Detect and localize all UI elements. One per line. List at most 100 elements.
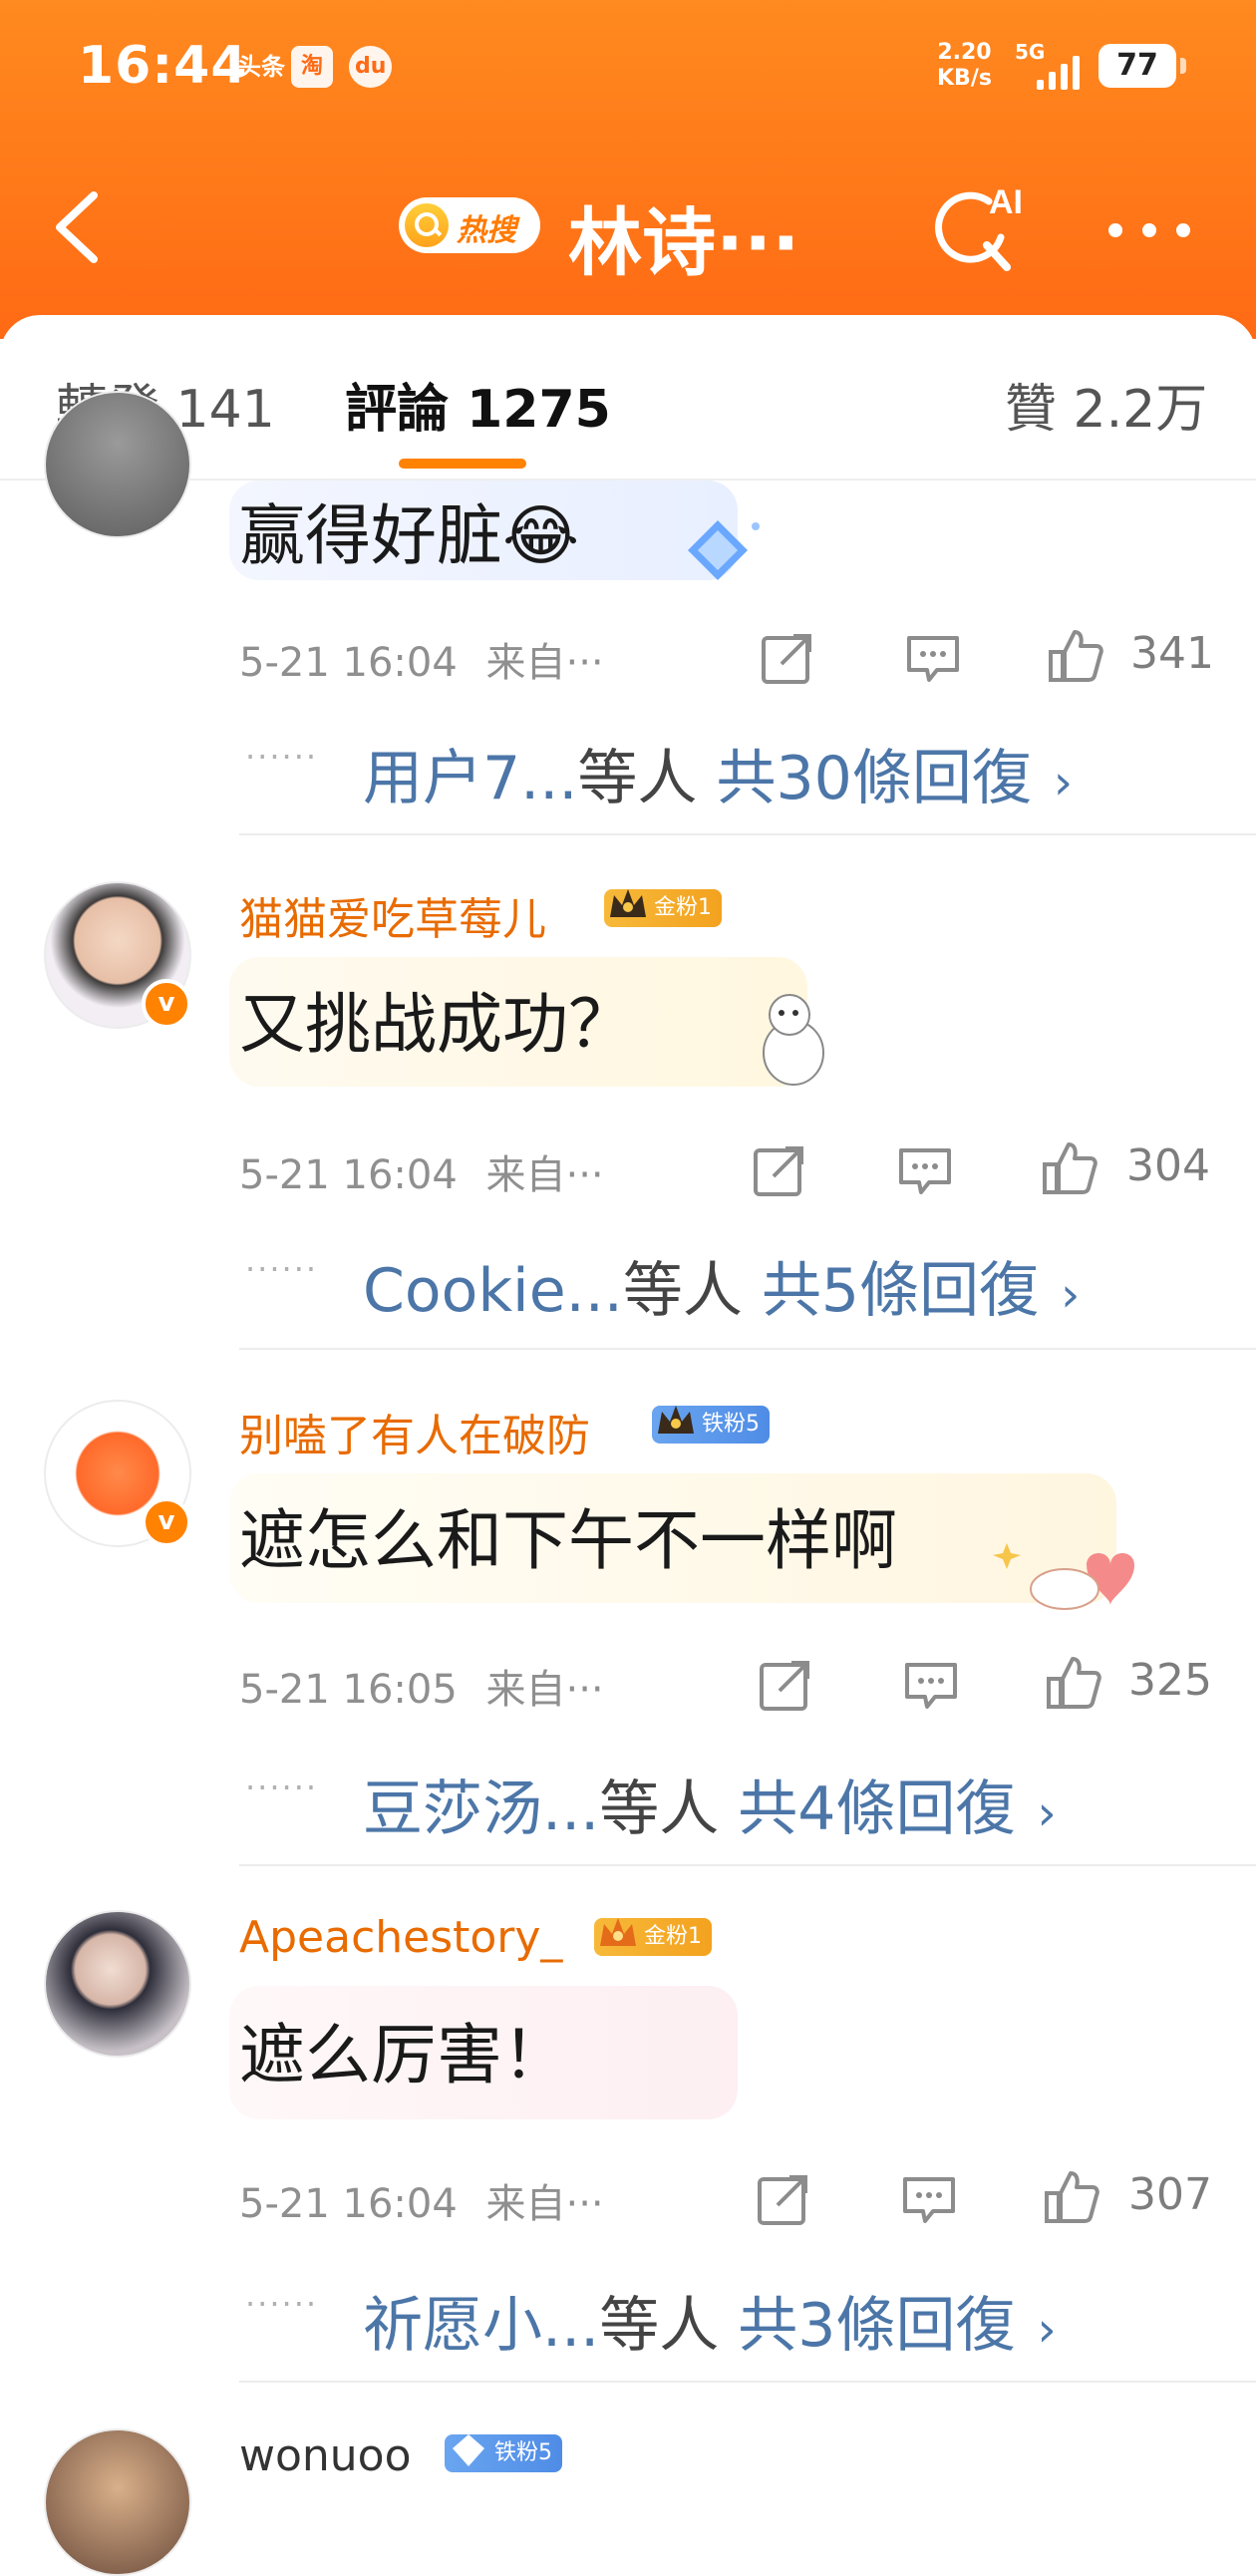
- comment-source: 来自···: [485, 1667, 604, 1713]
- comment-icon[interactable]: [903, 628, 963, 688]
- hot-search-badge[interactable]: 热搜: [399, 197, 540, 253]
- comment-text: 又挑战成功？: [239, 986, 634, 1063]
- back-icon[interactable]: [50, 187, 106, 267]
- verified-badge-icon: v: [142, 1497, 191, 1547]
- reply-dots: ······: [245, 2285, 319, 2323]
- reply-users: Cookie...: [363, 1256, 623, 1326]
- status-time: 16:44: [78, 36, 248, 96]
- fan-badge: 铁粉5: [652, 1406, 770, 1444]
- comment-meta: 5-21 16:04 来自···: [239, 1142, 604, 1200]
- diamond-icon: [453, 2434, 484, 2466]
- like-count: 325: [1128, 1655, 1212, 1706]
- like-icon[interactable]: [1041, 1138, 1100, 1198]
- fan-badge-label: 金粉1: [644, 1924, 702, 1949]
- comment-item: v 猫猫爱吃草莓儿 金粉1 又挑战成功？ 5-21 16:04 来自··· 30…: [0, 859, 1256, 1358]
- reply-mid: 等人: [599, 1774, 720, 1844]
- reply-summary[interactable]: Cookie...等人 共5條回復 ›: [363, 1242, 1080, 1329]
- reply-total: 共4條回復: [738, 1774, 1016, 1844]
- comment-item: 赢得好脏😂 5-21 16:04 来自··· 341 ······ 用户7...…: [0, 391, 1256, 839]
- comment-item: wonuoo 铁粉5: [0, 2413, 1256, 2576]
- app-header: 16:44 头条 淘 du 2.20 KB/s 5G 77 热搜 林诗··· A…: [0, 0, 1256, 339]
- chevron-right-icon: ›: [1037, 2302, 1057, 2358]
- reply-summary[interactable]: 用户7...等人 共30條回復 ›: [363, 730, 1073, 816]
- reply-summary[interactable]: 豆莎汤...等人 共4條回復 ›: [363, 1761, 1057, 1847]
- avatar[interactable]: [44, 2428, 191, 2576]
- comment-time: 5-21 16:05: [239, 1667, 458, 1713]
- like-count: 304: [1126, 1140, 1210, 1191]
- comment-time: 5-21 16:04: [239, 1152, 458, 1198]
- comment-source: 来自···: [485, 1152, 604, 1198]
- comment-divider: [239, 1864, 1256, 1866]
- crown-icon: [658, 1406, 694, 1434]
- comment-icon[interactable]: [899, 2169, 959, 2229]
- crown-icon: [600, 1918, 636, 1946]
- signal-icon: [1037, 56, 1080, 90]
- username[interactable]: 别嗑了有人在破防: [239, 1400, 590, 1463]
- tab-likes[interactable]: 贊 2.2万: [1005, 367, 1207, 442]
- cat-sticker-icon: [763, 994, 824, 1086]
- repost-icon[interactable]: [758, 628, 817, 688]
- fan-badge: 金粉1: [604, 889, 722, 927]
- like-icon[interactable]: [1045, 1653, 1104, 1713]
- repost-icon[interactable]: [754, 2169, 813, 2229]
- comment-text: 赢得好脏😂: [239, 497, 580, 574]
- reply-total: 共5條回復: [761, 1256, 1040, 1326]
- reply-dots: ······: [245, 738, 319, 776]
- comment-icon[interactable]: [895, 1140, 955, 1200]
- comment-meta: 5-21 16:05 来自···: [239, 1657, 604, 1715]
- username[interactable]: 猫猫爱吃草莓儿: [239, 883, 546, 947]
- avatar[interactable]: [44, 391, 191, 538]
- reply-dots: ······: [245, 1769, 319, 1806]
- username[interactable]: Apeachestory_: [239, 1912, 562, 1963]
- battery-icon: 77: [1099, 44, 1186, 88]
- comment-time: 5-21 16:04: [239, 640, 458, 686]
- comment-icon[interactable]: [901, 1655, 961, 1715]
- comment-divider: [239, 2381, 1256, 2383]
- like-count: 307: [1128, 2169, 1212, 2220]
- reply-total: 共30條回復: [716, 744, 1032, 813]
- chevron-right-icon: ›: [1053, 755, 1074, 810]
- reply-total: 共3條回復: [738, 2291, 1016, 2361]
- more-icon[interactable]: [1108, 223, 1192, 239]
- tab-comments[interactable]: 評論 1275: [345, 367, 611, 442]
- taobao-app-icon: 淘: [291, 46, 333, 88]
- like-icon[interactable]: [1047, 626, 1106, 686]
- hot-search-label: 热搜: [457, 213, 516, 248]
- fan-badge: 金粉1: [594, 1918, 712, 1956]
- bunny-heart-sticker-icon: [993, 1543, 1134, 1610]
- comment-time: 5-21 16:04: [239, 2181, 458, 2227]
- toutiao-app-icon: 头条: [237, 53, 285, 81]
- dewu-app-icon: du: [349, 46, 393, 88]
- comment-item: Apeachestory_ 金粉1 遮么厉害！ 5-21 16:04 来自···…: [0, 1894, 1256, 2393]
- net-speed-value: 2.20: [937, 40, 992, 65]
- repost-icon[interactable]: [756, 1655, 815, 1715]
- like-icon[interactable]: [1043, 2167, 1102, 2227]
- comment-text: 遮怎么和下午不一样啊: [239, 1502, 897, 1579]
- svg-text:AI: AI: [989, 183, 1023, 221]
- chevron-right-icon: ›: [1037, 1785, 1057, 1841]
- repost-icon[interactable]: [750, 1140, 809, 1200]
- page-title: 林诗···: [568, 200, 800, 286]
- ai-search-icon[interactable]: AI: [927, 179, 1023, 275]
- fan-badge-label: 铁粉5: [494, 2440, 552, 2465]
- diamond-sticker-icon: [688, 520, 760, 580]
- username[interactable]: wonuoo: [239, 2430, 412, 2481]
- comment-source: 来自···: [485, 640, 604, 686]
- reply-mid: 等人: [599, 2291, 720, 2361]
- reply-dots: ······: [245, 1250, 319, 1288]
- active-tab-indicator: [399, 459, 526, 469]
- net-speed-unit: KB/s: [937, 66, 992, 91]
- fan-badge-label: 铁粉5: [702, 1412, 760, 1437]
- reply-mid: 等人: [577, 744, 698, 813]
- comment-text: 遮么厉害！: [239, 2017, 568, 2093]
- reply-users: 豆莎汤...: [363, 1774, 600, 1844]
- reply-summary[interactable]: 祈愿小...等人 共3條回復 ›: [363, 2277, 1057, 2364]
- fan-badge: 铁粉5: [445, 2434, 562, 2472]
- comment-meta: 5-21 16:04 来自···: [239, 630, 604, 688]
- comment-meta: 5-21 16:04 来自···: [239, 2171, 604, 2229]
- reply-users: 用户7...: [363, 744, 578, 813]
- reply-users: 祈愿小...: [363, 2291, 600, 2361]
- chevron-right-icon: ›: [1061, 1267, 1081, 1323]
- avatar[interactable]: [44, 1910, 191, 2058]
- like-count: 341: [1130, 628, 1214, 679]
